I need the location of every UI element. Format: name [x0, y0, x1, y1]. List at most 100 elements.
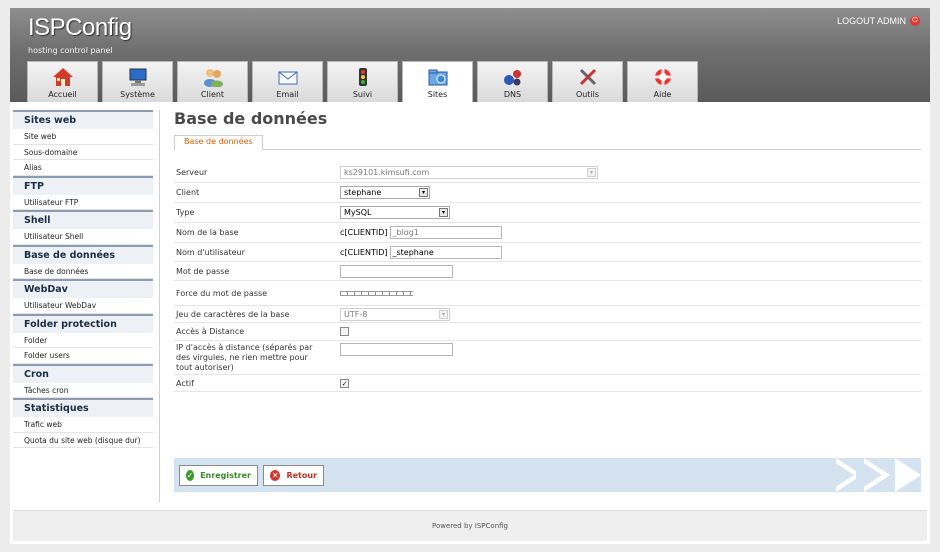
- row-actif: Actif ✓: [174, 375, 921, 392]
- tab-suivi[interactable]: Suivi: [327, 61, 398, 102]
- help-lifebuoy-icon: [654, 69, 671, 85]
- mot-de-passe-label: Mot de passe: [176, 266, 230, 276]
- footer: Powered by ISPConfig: [13, 510, 927, 541]
- nom-base-label: Nom de la base: [176, 228, 239, 237]
- sidebar: Sites web Site web Sous-domaine Alias FT…: [13, 110, 153, 448]
- logout-label: LOGOUT ADMIN: [837, 16, 906, 26]
- back-button[interactable]: ✕ Retour: [263, 465, 324, 486]
- sidebar-item-base-de-donnees[interactable]: Base de données: [13, 264, 153, 279]
- sidebar-item-utilisateur-webdav[interactable]: Utilisateur WebDav: [13, 298, 153, 314]
- tab-accueil[interactable]: Accueil: [27, 61, 98, 102]
- traffic-light-icon: [358, 68, 367, 86]
- home-icon: [52, 68, 73, 86]
- tab-label: Sites: [427, 90, 448, 99]
- tab-label: Client: [200, 90, 225, 99]
- system-monitor-icon: [129, 68, 146, 86]
- logout-button[interactable]: LOGOUT ADMIN ⏻: [837, 16, 920, 26]
- chevron-decoration: [828, 458, 854, 492]
- sidebar-section-base-de-donnees: Base de données: [13, 244, 153, 264]
- sidebar-item-utilisateur-shell[interactable]: Utilisateur Shell: [13, 229, 153, 245]
- serveur-select[interactable]: ks29101.kimsufi.com ▾: [340, 166, 598, 179]
- serveur-value: ks29101.kimsufi.com: [344, 168, 430, 177]
- actif-checkbox[interactable]: ✓: [340, 378, 349, 388]
- tab-client[interactable]: Client: [177, 61, 248, 102]
- tab-label: Suivi: [352, 90, 373, 99]
- row-mot-de-passe: Mot de passe: [174, 262, 921, 281]
- button-bar: ✓ Enregistrer ✕ Retour: [174, 458, 921, 492]
- sidebar-item-quota[interactable]: Quota du site web (disque dur): [13, 433, 153, 448]
- sidebar-item-folder[interactable]: Folder: [13, 333, 153, 348]
- row-jeu-de-caracteres: Jeu de caractères de la base UTF-8 ▾: [174, 305, 921, 323]
- chevron-down-icon: ▾: [419, 188, 428, 197]
- tab-sites[interactable]: Sites: [402, 61, 473, 102]
- client-label: Client: [176, 188, 200, 197]
- main-content: Base de données Base de données Serveur …: [174, 109, 921, 392]
- charset-select[interactable]: UTF-8 ▾: [340, 307, 450, 321]
- cancel-icon: ✕: [270, 470, 281, 481]
- sidebar-section-sites-web: Sites web: [13, 110, 153, 129]
- sidebar-item-utilisateur-ftp[interactable]: Utilisateur FTP: [13, 195, 153, 210]
- tagline: hosting control panel: [28, 46, 113, 55]
- logo: ISPConfig: [28, 14, 132, 41]
- tab-aide[interactable]: Aide: [627, 61, 698, 102]
- client-value: stephane: [344, 188, 382, 197]
- sidebar-item-site-web[interactable]: Site web: [13, 129, 153, 145]
- chevron-down-icon: ▾: [439, 309, 448, 319]
- sidebar-item-trafic-web[interactable]: Trafic web: [13, 417, 153, 433]
- row-nom-base: Nom de la base c[CLIENTID] _blog1: [174, 223, 921, 243]
- client-select[interactable]: stephane ▾: [340, 186, 430, 199]
- acces-distance-checkbox[interactable]: [340, 327, 349, 336]
- sidebar-section-folder-protection: Folder protection: [13, 313, 153, 333]
- sidebar-item-folder-users[interactable]: Folder users: [13, 348, 153, 364]
- sidebar-section-statistiques: Statistiques: [13, 398, 153, 417]
- nom-utilisateur-prefix: c[CLIENTID]: [340, 247, 388, 257]
- subtabs: Base de données: [174, 135, 921, 150]
- mot-de-passe-input[interactable]: [340, 264, 453, 278]
- logout-icon: ⏻: [910, 16, 920, 26]
- chevron-down-icon: ▾: [439, 208, 448, 217]
- type-select[interactable]: MySQL ▾: [340, 206, 450, 219]
- sidebar-section-webdav: WebDav: [13, 279, 153, 298]
- back-label: Retour: [286, 471, 317, 480]
- client-users-icon: [203, 69, 223, 87]
- footer-brand-link[interactable]: ISPConfig: [475, 522, 508, 530]
- chevron-down-icon: ▾: [587, 168, 596, 177]
- chevron-decoration: [856, 458, 882, 492]
- sidebar-section-shell: Shell: [13, 210, 153, 229]
- nom-base-input[interactable]: _blog1: [389, 226, 502, 239]
- tab-email[interactable]: Email: [252, 61, 323, 102]
- page-title: Base de données: [174, 109, 328, 128]
- row-serveur: Serveur ks29101.kimsufi.com ▾: [174, 163, 921, 183]
- tab-dns[interactable]: DNS: [477, 61, 548, 102]
- row-force-mot-de-passe: Force du mot de passe: [174, 281, 921, 305]
- type-value: MySQL: [344, 208, 372, 217]
- serveur-label: Serveur: [176, 168, 208, 177]
- tab-outils[interactable]: Outils: [552, 61, 623, 102]
- jeu-de-caracteres-label: Jeu de caractères de la base: [176, 309, 290, 319]
- dns-network-icon: [503, 70, 521, 86]
- charset-value: UTF-8: [344, 309, 368, 319]
- sidebar-item-alias[interactable]: Alias: [13, 160, 153, 176]
- row-client: Client stephane ▾: [174, 183, 921, 203]
- nom-base-prefix: c[CLIENTID]: [340, 228, 388, 237]
- sidebar-item-taches-cron[interactable]: Tâches cron: [13, 383, 153, 398]
- email-envelope-icon: [278, 71, 297, 85]
- row-ip-acces-distance: IP d'accès à distance (séparés par des v…: [174, 341, 921, 375]
- tab-label: Système: [120, 90, 155, 99]
- tab-label: Accueil: [48, 90, 77, 99]
- tab-label: DNS: [503, 90, 522, 99]
- row-type: Type MySQL ▾: [174, 203, 921, 223]
- nom-utilisateur-input[interactable]: _stephane: [389, 245, 502, 259]
- row-acces-distance: Accès à Distance: [174, 323, 921, 341]
- save-label: Enregistrer: [200, 471, 251, 480]
- tab-label: Outils: [575, 90, 600, 99]
- sites-folder-icon: [428, 69, 447, 86]
- save-button[interactable]: ✓ Enregistrer: [179, 465, 258, 486]
- main-tabs: Accueil Système Client Email Suivi Sites: [27, 61, 698, 102]
- app-frame: ISPConfig hosting control panel LOGOUT A…: [10, 8, 930, 544]
- ip-acces-distance-input[interactable]: [340, 343, 453, 356]
- subtab-base-de-donnees[interactable]: Base de données: [174, 135, 263, 150]
- tab-label: Email: [276, 90, 299, 99]
- sidebar-item-sous-domaine[interactable]: Sous-domaine: [13, 145, 153, 160]
- tab-systeme[interactable]: Système: [102, 61, 173, 102]
